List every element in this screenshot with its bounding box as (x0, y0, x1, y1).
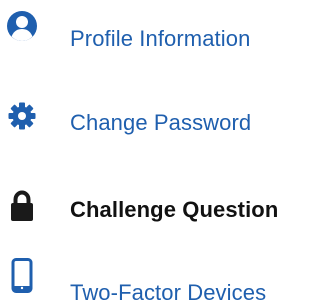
menu-item-change-password[interactable]: Change Password (0, 96, 320, 146)
menu-item-label: Profile Information (70, 26, 251, 51)
menu-item-challenge-question[interactable]: Challenge Question (0, 186, 320, 236)
user-circle-icon (2, 6, 42, 46)
mobile-phone-icon (2, 256, 42, 296)
menu-item-label: Challenge Question (70, 197, 279, 222)
menu-item-label: Two-Factor Devices (70, 280, 267, 305)
menu-item-profile-information[interactable]: Profile Information (0, 6, 320, 56)
lock-icon (2, 186, 42, 226)
menu-item-two-factor-devices[interactable]: Two-Factor Devices (0, 256, 320, 306)
account-settings-menu: Profile Information Change Password Chal… (0, 0, 320, 305)
menu-item-label: Change Password (70, 110, 252, 135)
gear-icon (2, 96, 42, 136)
